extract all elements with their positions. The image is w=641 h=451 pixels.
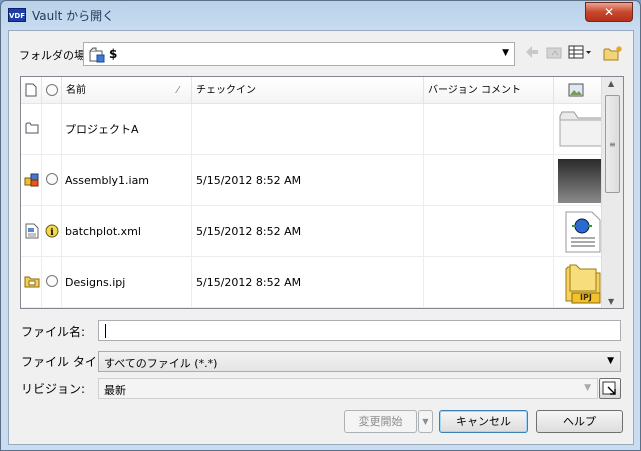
name-column-header[interactable]: 名前 ⁄ — [62, 77, 192, 104]
checkin-column-label: チェックイン — [196, 85, 256, 96]
list-header: 名前 ⁄ チェックイン バージョン コメント — [21, 77, 601, 104]
scroll-grip-icon: ≡ — [609, 140, 616, 149]
open-from-vault-dialog: VDF Vault から開く ✕ フォルダの場所: $ ▼ 名前 ⁄ チェックイ… — [0, 0, 641, 451]
scroll-thumb[interactable]: ≡ — [605, 95, 620, 193]
text-caret — [105, 324, 106, 338]
close-button[interactable]: ✕ — [585, 2, 633, 22]
checkin-column-header[interactable]: チェックイン — [192, 77, 424, 104]
up-folder-icon[interactable] — [544, 45, 564, 63]
vertical-scrollbar[interactable]: ▲ ≡ ▼ — [601, 77, 623, 308]
vault-folder-icon — [89, 47, 105, 66]
status-circle-icon — [46, 275, 58, 290]
chevron-down-icon[interactable]: ▼ — [584, 383, 591, 393]
comment-column-header[interactable]: バージョン コメント — [424, 77, 554, 104]
checkout-button[interactable]: 変更開始 — [344, 410, 417, 433]
revision-picker-icon — [602, 381, 616, 395]
file-name: プロジェクトA — [65, 123, 139, 136]
revision-value: 最新 — [104, 384, 126, 397]
assembly-icon — [24, 172, 40, 191]
info-icon: i — [45, 224, 59, 241]
status-column-header[interactable] — [42, 77, 62, 104]
comment-column-label: バージョン コメント — [428, 85, 521, 96]
filetype-select[interactable]: すべてのファイル (*.*) ▼ — [98, 351, 621, 372]
filename-label: ファイル名: — [21, 325, 86, 339]
doc-column-header[interactable] — [21, 77, 42, 104]
file-name: batchplot.xml — [65, 225, 141, 238]
folder-location-value: $ — [109, 47, 118, 61]
folder-thumbnail — [558, 108, 606, 152]
project-icon — [24, 274, 40, 291]
dialog-body: フォルダの場所: $ ▼ 名前 ⁄ チェックイン バージョン コメント プロジェ… — [8, 30, 634, 445]
name-column-label: 名前 — [66, 85, 86, 96]
file-row-project-a[interactable]: プロジェクトA — [21, 104, 605, 155]
xml-doc-icon — [25, 223, 39, 242]
file-row-assembly[interactable]: Assembly1.iam 5/15/2012 8:52 AM — [21, 155, 606, 206]
scroll-down-icon[interactable]: ▼ — [608, 297, 614, 306]
chevron-down-icon[interactable]: ▼ — [607, 356, 614, 366]
scroll-up-icon[interactable]: ▲ — [608, 79, 614, 88]
help-button[interactable]: ヘルプ — [536, 410, 623, 433]
xml-thumbnail — [558, 210, 606, 254]
vault-app-icon: VDF — [8, 8, 26, 22]
file-list[interactable]: 名前 ⁄ チェックイン バージョン コメント プロジェクトA Assembly1… — [20, 76, 624, 309]
ipj-label: IPJ — [580, 293, 592, 302]
thumbnail-column-header[interactable] — [554, 77, 601, 104]
status-circle-icon — [46, 84, 58, 96]
title-bar: VDF Vault から開く ✕ — [1, 1, 640, 29]
status-circle-icon — [46, 173, 58, 188]
ipj-thumbnail: IPJ — [558, 261, 606, 305]
file-checkin: 5/15/2012 8:52 AM — [196, 276, 302, 289]
file-row-batchplot[interactable]: i batchplot.xml 5/15/2012 8:52 AM — [21, 206, 601, 257]
view-menu-icon[interactable] — [568, 45, 591, 63]
checkout-dropdown-button[interactable]: ▼ — [418, 410, 433, 433]
back-icon[interactable] — [522, 45, 542, 63]
assembly-thumbnail — [558, 159, 606, 203]
filetype-value: すべてのファイル (*.*) — [104, 357, 218, 370]
file-checkin: 5/15/2012 8:52 AM — [196, 225, 302, 238]
file-name: Assembly1.iam — [65, 174, 150, 187]
filename-input[interactable] — [98, 320, 621, 341]
chevron-down-icon[interactable]: ▼ — [502, 48, 509, 58]
new-folder-icon[interactable] — [603, 45, 623, 63]
file-checkin: 5/15/2012 8:52 AM — [196, 174, 302, 187]
folder-location-combo[interactable]: $ ▼ — [83, 42, 515, 66]
revision-label: リビジョン: — [21, 382, 86, 396]
sort-indicator-icon: ⁄ — [177, 85, 179, 96]
revision-picker-button[interactable] — [599, 378, 621, 399]
svg-text:i: i — [50, 228, 54, 238]
window-title: Vault から開く — [32, 9, 115, 23]
file-name: Designs.ipj — [65, 276, 126, 289]
cancel-button[interactable]: キャンセル — [439, 410, 528, 433]
revision-select[interactable]: 最新 ▼ — [98, 378, 598, 399]
file-row-designs[interactable]: Designs.ipj 5/15/2012 8:52 AM IPJ — [21, 257, 601, 308]
